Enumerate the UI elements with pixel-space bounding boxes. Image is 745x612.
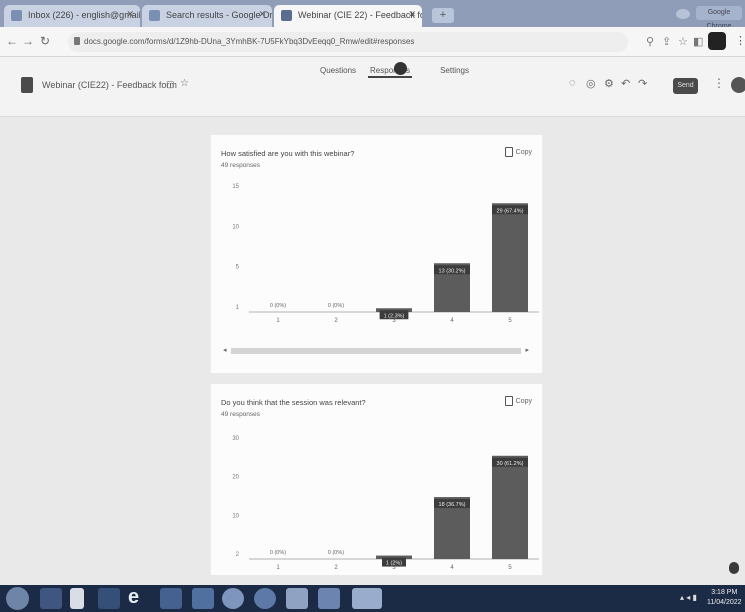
start-icon[interactable]: [6, 587, 29, 610]
browser-tab-inbox[interactable]: Inbox (226) - english@gmail.com ✕: [4, 5, 140, 27]
send-button[interactable]: Send: [673, 78, 698, 94]
browser-tab-forms[interactable]: Webinar (CIE 22) - Feedback fo ✕: [274, 5, 422, 27]
forms-icon: [281, 10, 292, 21]
system-tray-icons[interactable]: ▴ ◂ ▮: [680, 593, 697, 602]
data-label: 0 (0%): [270, 303, 286, 309]
star-icon[interactable]: ☆: [180, 78, 189, 89]
url-text: docs.google.com/forms/d/1Z9hb-DUna_3YmhB…: [84, 37, 415, 46]
question-card: How satisfied are you with this webinar?…: [210, 135, 543, 373]
x-tick-label: 5: [508, 565, 512, 571]
media-icon[interactable]: [160, 588, 182, 609]
share-icon[interactable]: ⇪: [662, 35, 671, 48]
forward-icon[interactable]: →: [22, 34, 34, 48]
redo-icon[interactable]: ↷: [638, 77, 647, 90]
bar-chart: 2 10 20 30 0 (0%) 1 0 (0%) 2 1 (2%) 3 18 (36.7%) 4 3…: [211, 384, 544, 575]
settings-icon[interactable]: ⚙: [604, 77, 614, 90]
chrome-icon[interactable]: [222, 588, 244, 609]
drive-icon: [149, 10, 160, 21]
window-controls[interactable]: Google Chrome: [696, 6, 742, 30]
data-label: 0 (0%): [328, 303, 344, 309]
account-avatar[interactable]: [731, 77, 745, 93]
x-tick-label: 4: [450, 318, 454, 324]
form-title[interactable]: Webinar (CIE22) - Feedback form: [42, 80, 177, 90]
data-label: 18 (36.7%): [439, 502, 466, 508]
back-icon[interactable]: ←: [6, 34, 18, 48]
data-label: 0 (0%): [270, 550, 286, 556]
y-tick-label: 10: [232, 224, 239, 230]
mail-icon[interactable]: [98, 588, 120, 609]
close-icon[interactable]: ✕: [126, 9, 134, 20]
ie-icon[interactable]: e: [128, 587, 150, 609]
url-input[interactable]: docs.google.com/forms/d/1Z9hb-DUna_3YmhB…: [68, 32, 628, 52]
close-icon[interactable]: ✕: [408, 9, 416, 20]
y-tick-label: 30: [232, 436, 239, 442]
undo-icon[interactable]: ↶: [621, 77, 630, 90]
tab-label: Webinar (CIE 22) - Feedback fo: [298, 10, 422, 20]
folder-icon[interactable]: ▢: [166, 79, 175, 90]
address-bar-row: ← → ↻ docs.google.com/forms/d/1Z9hb-DUna…: [0, 27, 745, 57]
x-tick-label: 5: [508, 318, 512, 324]
gmail-icon: [11, 10, 22, 21]
y-tick-label: 15: [232, 184, 239, 190]
eye-icon[interactable]: ◎: [586, 77, 596, 90]
search-icon[interactable]: ⚲: [646, 35, 654, 48]
bar-chart: 1 5 10 15 0 (0%) 1 0 (0%) 2 1 (2.3%) 3 13 (30.2%) 4…: [211, 135, 544, 328]
more-icon[interactable]: ⋮: [713, 76, 725, 90]
scroll-right-icon[interactable]: ▸: [525, 346, 529, 354]
settings-icon[interactable]: [254, 588, 276, 609]
data-label: 0 (0%): [328, 550, 344, 556]
tab-questions[interactable]: Questions: [318, 62, 358, 78]
bar: [492, 203, 528, 312]
extension-icon[interactable]: ◧: [693, 35, 703, 48]
photos-icon[interactable]: [286, 588, 308, 609]
document-icon[interactable]: [70, 588, 84, 609]
y-tick-label: 5: [236, 265, 240, 271]
browser-tab-drive[interactable]: Search results - Google Drive ✕: [142, 5, 272, 27]
clock-time: 3:18 PM: [711, 589, 738, 596]
clock-date: 11/04/2022: [707, 599, 742, 606]
y-tick-label: 10: [232, 513, 239, 519]
taskbar: e ▴ ◂ ▮ 3:18 PM 11/04/2022: [0, 585, 745, 612]
profile-avatar[interactable]: [708, 32, 726, 50]
browser-tab-bar: Inbox (226) - english@gmail.com ✕ Search…: [0, 0, 745, 30]
response-count-badge: [394, 62, 407, 75]
y-tick-label: 1: [236, 305, 240, 311]
y-tick-label: 20: [232, 475, 239, 481]
star-icon[interactable]: ☆: [678, 35, 688, 48]
bar: [492, 455, 528, 559]
tab-label: Inbox (226) - english@gmail.com: [28, 10, 140, 20]
question-card: Do you think that the session was releva…: [210, 384, 543, 575]
lock-icon: [74, 37, 80, 45]
chart-scrollbar[interactable]: ◂ ▸: [223, 345, 529, 357]
palette-icon[interactable]: ◌: [569, 77, 576, 89]
reload-icon[interactable]: ↻: [40, 34, 50, 48]
data-label: 30 (61.2%): [497, 461, 524, 467]
x-tick-label: 4: [450, 565, 454, 571]
x-tick-label: 1: [276, 318, 280, 324]
clock[interactable]: 3:18 PM 11/04/2022: [707, 588, 742, 608]
x-tick-label: 1: [276, 565, 280, 571]
tab-label: Search results - Google Drive: [166, 10, 272, 20]
scrollbar-track[interactable]: [231, 348, 521, 354]
x-tick-label: 2: [334, 318, 338, 324]
x-tick-label: 2: [334, 565, 338, 571]
menu-icon[interactable]: ⋮: [735, 34, 745, 47]
tab-settings[interactable]: Settings: [438, 62, 471, 78]
minimize-icon[interactable]: [676, 9, 690, 19]
data-label: 29 (67.4%): [497, 208, 524, 214]
scroll-left-icon[interactable]: ◂: [223, 346, 227, 354]
new-tab-button[interactable]: +: [432, 8, 454, 23]
data-label: 13 (30.2%): [439, 268, 466, 274]
file-explorer-icon[interactable]: [40, 588, 62, 609]
app-icon[interactable]: [318, 588, 340, 609]
scroll-indicator[interactable]: [729, 562, 739, 574]
chrome-window-icon[interactable]: [352, 588, 382, 609]
close-icon[interactable]: ✕: [258, 9, 266, 20]
paint-icon[interactable]: [192, 588, 214, 609]
forms-logo-icon[interactable]: [21, 77, 33, 93]
y-tick-label: 2: [236, 552, 240, 558]
